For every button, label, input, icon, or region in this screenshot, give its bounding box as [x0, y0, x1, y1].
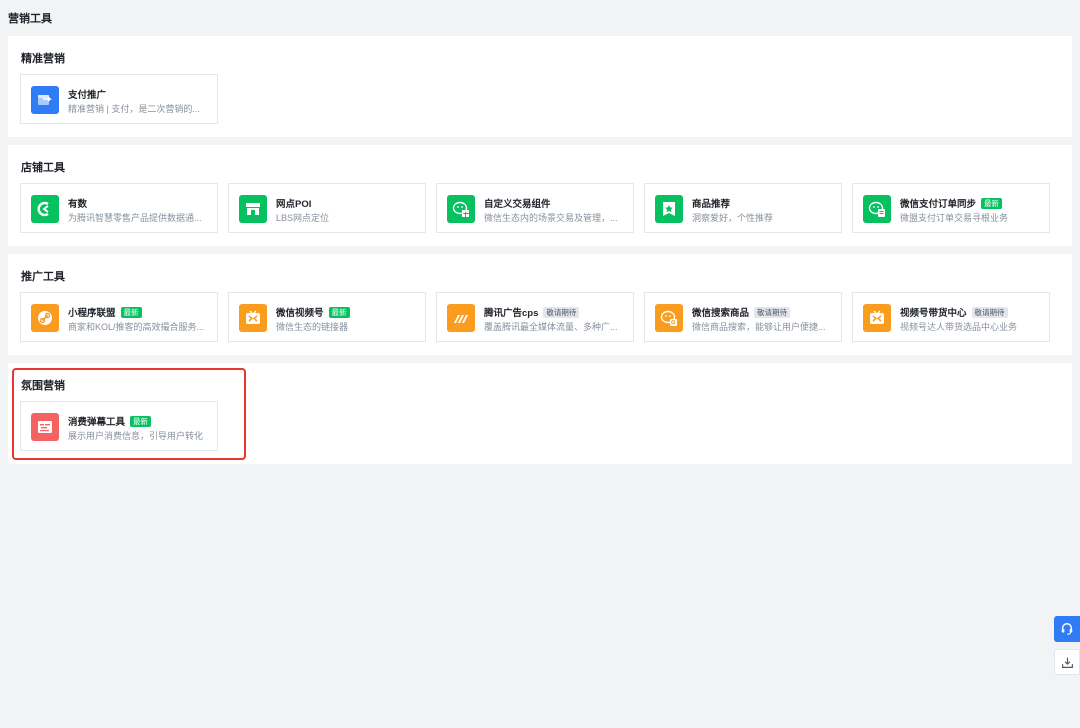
wechat-search-icon [655, 304, 683, 332]
card-wechat-channels[interactable]: 微信视频号 最新 微信生态的链接器 [228, 292, 426, 342]
wechat-grid-icon [447, 195, 475, 223]
card-desc: LBS网点定位 [276, 213, 330, 223]
card-desc: 为腾讯智慧零售产品提供数据通... [68, 213, 202, 223]
card-desc: 微信生态的链接器 [276, 322, 349, 332]
card-desc: 覆盖腾讯最全媒体流量、多种广... [484, 322, 618, 332]
card-pay-promo[interactable]: 支付推广 精准营销 | 支付，是二次营销的... [20, 74, 218, 124]
card-name: 微信视频号 [276, 308, 324, 319]
page-title: 营销工具 [8, 13, 52, 25]
card-name: 有数 [68, 199, 88, 210]
card-name: 网点POI [276, 199, 312, 210]
card-desc: 微盟支付订单交易寻根业务 [900, 213, 1009, 223]
card-desc: 微信商品搜索，能够让用户便捷... [692, 322, 826, 332]
card-name: 自定义交易组件 [484, 199, 551, 210]
card-desc: 视频号达人带货选品中心业务 [900, 322, 1018, 332]
tv-butterfly-icon [239, 304, 267, 332]
section-title: 店铺工具 [21, 162, 65, 174]
section-precision-marketing: 精准营销 支付推广 精准营销 | 支付，是二次营销的... [8, 36, 1072, 137]
card-desc: 洞察爱好，个性推荐 [692, 213, 774, 223]
badge-new: 最新 [981, 197, 1003, 209]
card-name: 小程序联盟 [68, 308, 116, 319]
card-youshu[interactable]: 有数 为腾讯智慧零售产品提供数据通... [20, 183, 218, 233]
card-name: 微信搜索商品 [692, 308, 750, 319]
card-custom-trade[interactable]: 自定义交易组件 微信生态内的场景交易及管理，... [436, 183, 634, 233]
youshu-icon [31, 195, 59, 223]
download-icon [1061, 657, 1073, 668]
wechat-doc-icon [863, 195, 891, 223]
section-title: 精准营销 [21, 53, 65, 65]
card-wechat-search[interactable]: 微信搜索商品 敬请期待 微信商品搜索，能够让用户便捷... [644, 292, 842, 342]
card-desc: 精准营销 | 支付，是二次营销的... [68, 104, 200, 114]
card-name: 视频号带货中心 [900, 308, 967, 319]
section-promo-tools: 推广工具 小程序联盟 最新 商家和KOL/推客的高效撮合服务... 微信视频号 最新… [8, 254, 1072, 355]
card-order-sync[interactable]: 微信支付订单同步 最新 微盟支付订单交易寻根业务 [852, 183, 1050, 233]
badge-new: 最新 [120, 306, 142, 318]
badge-coming-soon: 敬请期待 [971, 306, 1008, 318]
stripes-icon [447, 304, 475, 332]
card-desc: 商家和KOL/推客的高效撮合服务... [68, 322, 205, 332]
pay-promo-icon [31, 86, 59, 114]
highlight-box [12, 368, 246, 460]
card-poi[interactable]: 网点POI LBS网点定位 [228, 183, 426, 233]
badge-coming-soon: 敬请期待 [754, 306, 791, 318]
card-tencent-ads-cps[interactable]: 腾讯广告cps 敬请期待 覆盖腾讯最全媒体流量、多种广... [436, 292, 634, 342]
section-store-tools: 店铺工具 有数 为腾讯智慧零售产品提供数据通... 网点POI LBS网点定位 … [8, 145, 1072, 246]
tv-butterfly-icon [863, 304, 891, 332]
card-product-recommend[interactable]: 商品推荐 洞察爱好，个性推荐 [644, 183, 842, 233]
customer-service-button[interactable] [1054, 616, 1080, 642]
card-name: 商品推荐 [692, 199, 731, 210]
download-button[interactable] [1054, 649, 1080, 675]
card-channels-live-center[interactable]: 视频号带货中心 敬请期待 视频号达人带货选品中心业务 [852, 292, 1050, 342]
card-miniapp-union[interactable]: 小程序联盟 最新 商家和KOL/推客的高效撮合服务... [20, 292, 218, 342]
badge-coming-soon: 敬请期待 [543, 306, 580, 318]
card-name: 支付推广 [68, 90, 107, 101]
section-title: 推广工具 [21, 271, 65, 283]
card-desc: 微信生态内的场景交易及管理，... [484, 213, 618, 223]
link-icon [31, 304, 59, 332]
card-name: 腾讯广告cps [484, 308, 539, 319]
store-icon [239, 195, 267, 223]
star-bookmark-icon [655, 195, 683, 223]
badge-new: 最新 [328, 306, 350, 318]
headset-icon [1061, 623, 1073, 635]
card-name: 微信支付订单同步 [900, 199, 977, 210]
